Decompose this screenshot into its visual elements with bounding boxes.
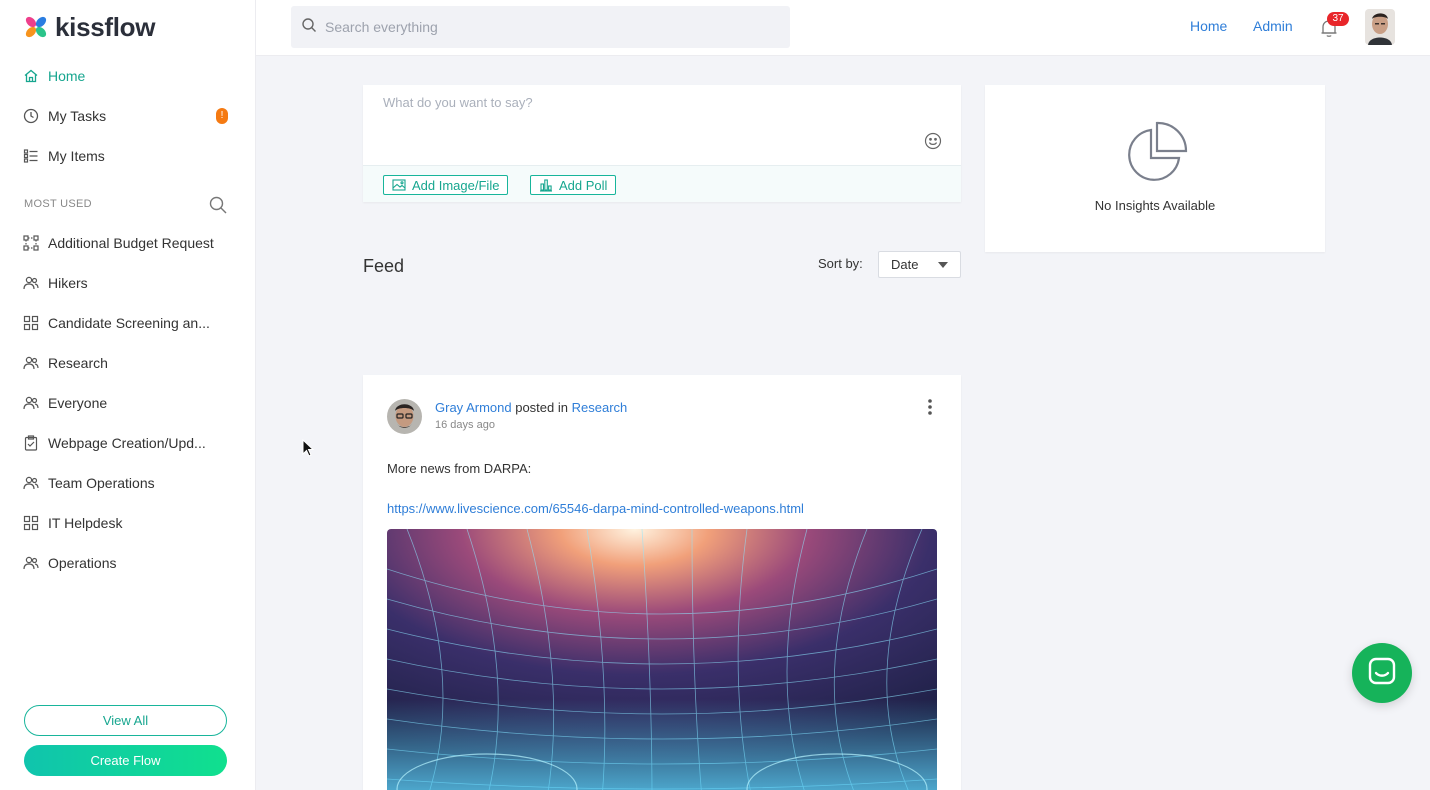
post-body-text: More news from DARPA:: [387, 461, 532, 476]
sidebar-item-home[interactable]: Home: [22, 64, 232, 88]
sidebar-item-label: Hikers: [48, 275, 88, 291]
people-icon: [22, 354, 40, 372]
sort-by-dropdown[interactable]: Date: [878, 251, 961, 278]
add-poll-button[interactable]: Add Poll: [530, 175, 617, 195]
sidebar-item-team-operations[interactable]: Team Operations: [22, 471, 232, 495]
sidebar-item-label: My Items: [48, 148, 105, 164]
post-author-avatar[interactable]: [387, 399, 422, 434]
post-header: Gray Armond posted in Research: [435, 400, 627, 415]
sidebar-item-it-helpdesk[interactable]: IT Helpdesk: [22, 511, 232, 535]
sidebar-item-label: IT Helpdesk: [48, 515, 123, 531]
chat-icon: [1367, 656, 1397, 691]
kissflow-logo[interactable]: kissflow: [23, 11, 156, 42]
sidebar-item-label: Operations: [48, 555, 117, 571]
user-avatar[interactable]: [1365, 9, 1395, 45]
sidebar-item-operations[interactable]: Operations: [22, 551, 232, 575]
composer-actions: Add Image/File Add Poll: [363, 165, 961, 202]
search-input[interactable]: [325, 19, 765, 35]
emoji-icon[interactable]: [924, 132, 942, 150]
post-timestamp: 16 days ago: [435, 419, 495, 431]
add-image-file-button[interactable]: Add Image/File: [383, 175, 509, 195]
posted-in-text: posted in: [515, 400, 568, 415]
header-link-admin[interactable]: Admin: [1253, 18, 1293, 34]
grid-icon: [22, 314, 40, 332]
add-image-file-label: Add Image/File: [412, 177, 500, 193]
chat-support-button[interactable]: [1352, 643, 1412, 703]
search-icon: [301, 17, 317, 38]
post-composer-input[interactable]: [383, 95, 903, 155]
sidebar-item-my-items[interactable]: My Items: [22, 144, 232, 168]
people-icon: [22, 474, 40, 492]
people-icon: [22, 274, 40, 292]
top-header: Home Admin 37: [256, 0, 1430, 56]
kissflow-logo-icon: [23, 14, 49, 40]
most-used-search-icon[interactable]: [208, 195, 228, 215]
sidebar: kissflow Home My Tasks ! My Items MOST U…: [0, 0, 256, 790]
sidebar-item-everyone[interactable]: Everyone: [22, 391, 232, 415]
sidebar-item-label: Team Operations: [48, 475, 155, 491]
people-icon: [22, 394, 40, 412]
notification-count-badge: 37: [1327, 12, 1349, 26]
sidebar-item-label: Webpage Creation/Upd...: [48, 435, 206, 451]
sidebar-item-hikers[interactable]: Hikers: [22, 271, 232, 295]
sidebar-item-label: Home: [48, 68, 86, 84]
grid-icon: [22, 514, 40, 532]
global-search[interactable]: [291, 6, 790, 48]
sidebar-item-candidate-screening[interactable]: Candidate Screening an...: [22, 311, 232, 335]
most-used-heading: MOST USED: [24, 198, 92, 210]
mouse-cursor-icon: [302, 438, 315, 457]
sidebar-item-label: Research: [48, 355, 108, 371]
sidebar-item-my-tasks[interactable]: My Tasks !: [22, 104, 232, 128]
sort-by-label: Sort by:: [818, 256, 863, 271]
add-poll-label: Add Poll: [559, 177, 608, 193]
process-icon: [22, 234, 40, 252]
insights-panel: No Insights Available: [985, 85, 1325, 252]
header-link-home[interactable]: Home: [1190, 18, 1227, 34]
post-link-preview-image[interactable]: [387, 529, 937, 790]
sort-by-value: Date: [891, 257, 919, 272]
post-channel-link[interactable]: Research: [572, 400, 628, 415]
chevron-down-icon: [938, 262, 948, 268]
feed-title: Feed: [363, 256, 405, 276]
view-all-button[interactable]: View All: [24, 705, 227, 736]
poll-icon: [539, 178, 553, 192]
list-icon: [22, 147, 40, 165]
clipboard-icon: [22, 434, 40, 452]
sidebar-item-label: Everyone: [48, 395, 108, 411]
post-composer: Add Image/File Add Poll: [363, 85, 961, 202]
sidebar-item-label: Candidate Screening an...: [48, 315, 210, 331]
clock-icon: [22, 107, 40, 125]
sidebar-item-additional-budget-request[interactable]: Additional Budget Request: [22, 231, 232, 255]
more-options-icon[interactable]: [924, 397, 936, 417]
post-body-link[interactable]: https://www.livescience.com/65546-darpa-…: [387, 501, 804, 516]
sidebar-item-research[interactable]: Research: [22, 351, 232, 375]
sidebar-item-label: My Tasks: [48, 108, 107, 124]
pie-chart-icon: [1121, 120, 1189, 188]
feed-post: Gray Armond posted in Research 16 days a…: [363, 375, 961, 790]
tasks-alert-badge: !: [216, 108, 228, 124]
post-author-link[interactable]: Gray Armond: [435, 400, 512, 415]
brand-name: kissflow: [55, 11, 156, 42]
create-flow-button[interactable]: Create Flow: [24, 745, 227, 776]
home-icon: [22, 67, 40, 85]
sidebar-item-webpage-creation[interactable]: Webpage Creation/Upd...: [22, 431, 232, 455]
sidebar-item-label: Additional Budget Request: [48, 235, 214, 251]
no-insights-text: No Insights Available: [1094, 198, 1216, 213]
image-icon: [392, 178, 406, 192]
people-icon: [22, 554, 40, 572]
